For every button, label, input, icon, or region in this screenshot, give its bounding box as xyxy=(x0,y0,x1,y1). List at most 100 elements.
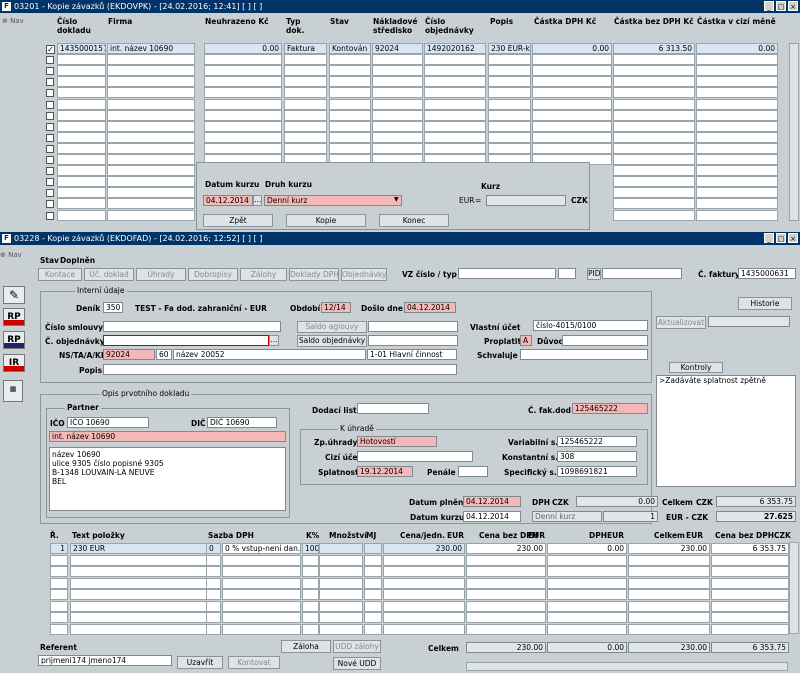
item-cell[interactable] xyxy=(383,577,465,589)
table-cell[interactable]: 6 313.50 xyxy=(613,43,695,54)
kontovat-button[interactable]: Kontovat xyxy=(228,656,280,669)
table-cell[interactable] xyxy=(284,120,327,132)
calculator-icon[interactable]: ▦ xyxy=(3,380,23,402)
item-cell[interactable]: 1 xyxy=(50,543,68,554)
row-checkbox[interactable] xyxy=(46,211,54,220)
table-cell[interactable] xyxy=(488,54,531,66)
table-cell[interactable] xyxy=(107,131,195,143)
nav-toggle[interactable]: ⊕ Nav xyxy=(2,17,24,25)
table-cell[interactable]: 0.00 xyxy=(532,43,612,54)
table-cell[interactable] xyxy=(107,198,195,210)
nove-udd-button[interactable]: Nové UDD xyxy=(333,657,381,670)
item-cell[interactable] xyxy=(50,554,68,566)
uzavrit-button[interactable]: Uzavřít xyxy=(177,656,223,669)
row-checkbox[interactable] xyxy=(46,78,54,87)
table-cell[interactable] xyxy=(613,176,695,188)
item-cell[interactable] xyxy=(383,554,465,566)
aktualizovat-button[interactable]: Aktualizovat xyxy=(656,316,706,329)
item-cell[interactable] xyxy=(70,612,207,623)
item-cell[interactable] xyxy=(628,577,710,589)
table-cell[interactable] xyxy=(613,165,695,177)
item-cell[interactable] xyxy=(364,623,382,635)
row-checkbox[interactable] xyxy=(46,178,54,187)
table-cell[interactable] xyxy=(613,154,695,165)
table-cell[interactable] xyxy=(204,54,282,66)
item-cell[interactable] xyxy=(547,566,627,577)
item-cell[interactable] xyxy=(50,612,68,623)
item-cell[interactable] xyxy=(319,543,363,554)
table-cell[interactable] xyxy=(57,198,106,210)
scanner-icon[interactable]: ✎ xyxy=(3,286,25,304)
item-cell[interactable] xyxy=(206,577,221,589)
table-cell[interactable] xyxy=(424,65,486,77)
kopie-button[interactable]: Kopie xyxy=(286,214,366,227)
item-cell[interactable] xyxy=(319,566,363,577)
table-cell[interactable] xyxy=(107,165,195,177)
window2-title-bar[interactable]: F 03228 - Kopie závazků (EKDOFAD) - [24.0… xyxy=(0,232,800,245)
items-scrollbar[interactable] xyxy=(789,542,799,634)
table-cell[interactable] xyxy=(284,87,327,99)
row-checkbox[interactable] xyxy=(46,100,54,109)
table-cell[interactable] xyxy=(613,187,695,199)
item-cell[interactable] xyxy=(364,543,382,554)
table-cell[interactable] xyxy=(532,76,612,88)
item-cell[interactable] xyxy=(50,566,68,577)
table-cell[interactable] xyxy=(329,87,371,99)
item-cell[interactable] xyxy=(302,600,319,612)
item-cell[interactable]: 100 xyxy=(302,543,319,554)
item-cell[interactable]: 230.00 xyxy=(383,543,465,554)
item-cell[interactable] xyxy=(466,554,546,566)
saldo-aglouvy-input[interactable] xyxy=(368,321,458,332)
row-checkbox[interactable] xyxy=(46,189,54,198)
tab-button[interactable]: Doklady DPH xyxy=(289,268,339,281)
item-cell[interactable] xyxy=(319,600,363,612)
item-cell[interactable] xyxy=(319,554,363,566)
table-cell[interactable]: 92024 xyxy=(372,43,423,54)
item-cell[interactable] xyxy=(466,589,546,600)
table-cell[interactable] xyxy=(613,98,695,110)
item-cell[interactable]: 230 EUR xyxy=(70,543,207,554)
rp-eu-icon[interactable]: RP xyxy=(3,331,25,349)
table-cell[interactable] xyxy=(613,198,695,210)
horizontal-scrollbar[interactable] xyxy=(466,662,788,671)
table-cell[interactable] xyxy=(696,131,778,143)
item-cell[interactable] xyxy=(547,623,627,635)
table-cell[interactable] xyxy=(329,65,371,77)
konec-button[interactable]: Konec xyxy=(379,214,449,227)
table-cell[interactable] xyxy=(696,142,778,154)
referent-input[interactable]: prijmeni174 jmeno174 xyxy=(38,655,172,666)
item-cell[interactable] xyxy=(628,554,710,566)
smlouva-input[interactable] xyxy=(103,321,281,332)
table-cell[interactable] xyxy=(204,120,282,132)
table-cell[interactable] xyxy=(372,76,423,88)
saldo-objednavky-input[interactable] xyxy=(368,335,458,346)
table-cell[interactable] xyxy=(329,54,371,66)
table-cell[interactable]: 1435000157 xyxy=(57,43,106,54)
table-cell[interactable] xyxy=(532,142,612,154)
table-cell[interactable] xyxy=(57,131,106,143)
pid-input[interactable] xyxy=(602,268,682,279)
table-cell[interactable] xyxy=(284,98,327,110)
table-cell[interactable] xyxy=(329,131,371,143)
table-cell[interactable] xyxy=(57,54,106,66)
table-cell[interactable] xyxy=(424,131,486,143)
row-checkbox[interactable] xyxy=(46,144,54,153)
table-cell[interactable] xyxy=(532,65,612,77)
table-cell[interactable]: Faktura xyxy=(284,43,327,54)
item-cell[interactable] xyxy=(206,554,221,566)
table-cell[interactable] xyxy=(424,87,486,99)
item-cell[interactable] xyxy=(206,589,221,600)
tab-button[interactable]: Úč. doklad xyxy=(84,268,134,281)
dic-input[interactable]: DIČ 10690 xyxy=(207,417,277,428)
row-checkbox[interactable] xyxy=(46,156,54,164)
item-cell[interactable] xyxy=(466,612,546,623)
splatnost-input[interactable]: 19.12.2014 xyxy=(357,466,413,477)
datum-kurzu-input[interactable]: 04.12.2014 xyxy=(203,195,253,206)
item-cell[interactable] xyxy=(547,600,627,612)
pid-button[interactable]: PID xyxy=(587,268,601,280)
table-cell[interactable] xyxy=(57,76,106,88)
window-title-bar[interactable]: F 03201 - Kopie závazků (EKDOVPK) - [24.0… xyxy=(0,0,800,13)
item-cell[interactable] xyxy=(547,577,627,589)
table-cell[interactable] xyxy=(488,87,531,99)
table-cell[interactable] xyxy=(57,154,106,165)
